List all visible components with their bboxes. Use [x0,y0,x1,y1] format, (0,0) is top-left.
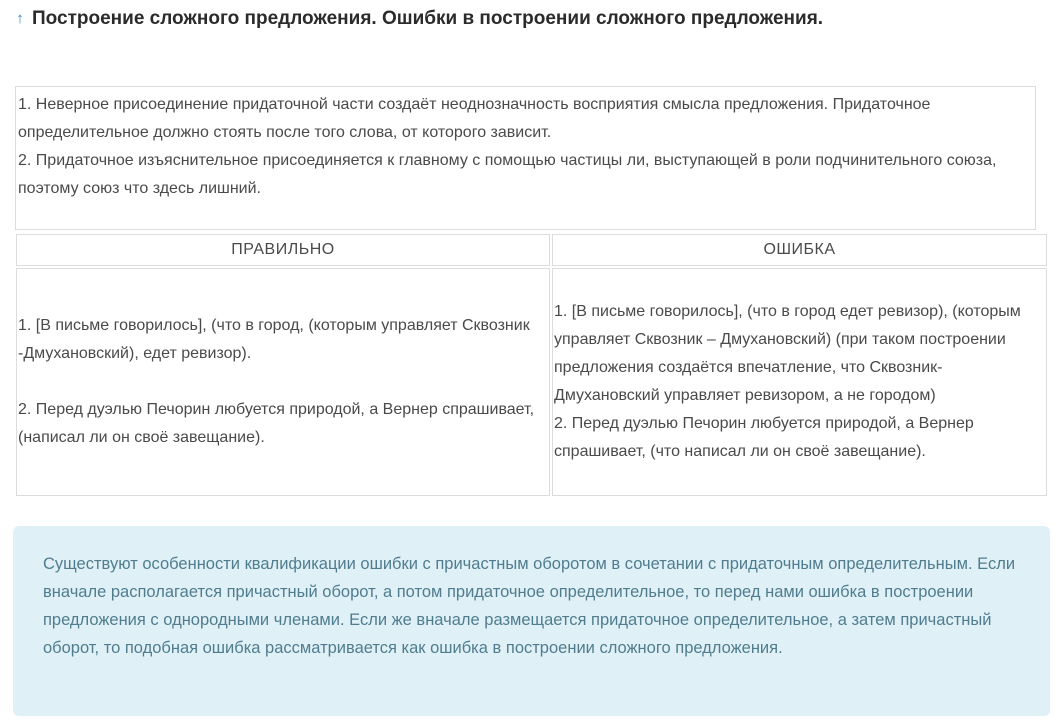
error-example-1: 1. [В письме говорилось], (что в город е… [554,303,1021,404]
table-header-row: ПРАВИЛЬНО ОШИБКА [16,234,1047,266]
error-cell: 1. [В письме говорилось], (что в город е… [552,268,1047,496]
header-correct: ПРАВИЛЬНО [16,234,550,266]
arrow-up-icon[interactable]: ↑ [12,6,28,32]
correct-example-1: 1. [В письме говорилось], (что в город, … [18,317,530,362]
intro-point-1: 1. Неверное присоединение придаточной ча… [18,96,931,141]
intro-box: 1. Неверное присоединение придаточной ча… [15,86,1036,230]
comparison-table: ПРАВИЛЬНО ОШИБКА 1. [В письме говорилось… [14,232,1049,498]
correct-cell: 1. [В письме говорилось], (что в город, … [16,268,550,496]
error-example-2: 2. Перед дуэлью Печорин любуется природо… [554,415,974,460]
table-row: 1. [В письме говорилось], (что в город, … [16,268,1047,496]
info-note: Существуют особенности квалификации ошиб… [13,526,1050,716]
header-error: ОШИБКА [552,234,1047,266]
intro-point-2: 2. Придаточное изъяснительное присоединя… [18,152,997,197]
info-note-text: Существуют особенности квалификации ошиб… [43,555,1016,657]
section-heading: ↑ Построение сложного предложения. Ошибк… [12,6,1052,32]
heading-title: Построение сложного предложения. Ошибки … [32,8,824,29]
correct-example-2: 2. Перед дуэлью Печорин любуется природо… [18,401,535,446]
